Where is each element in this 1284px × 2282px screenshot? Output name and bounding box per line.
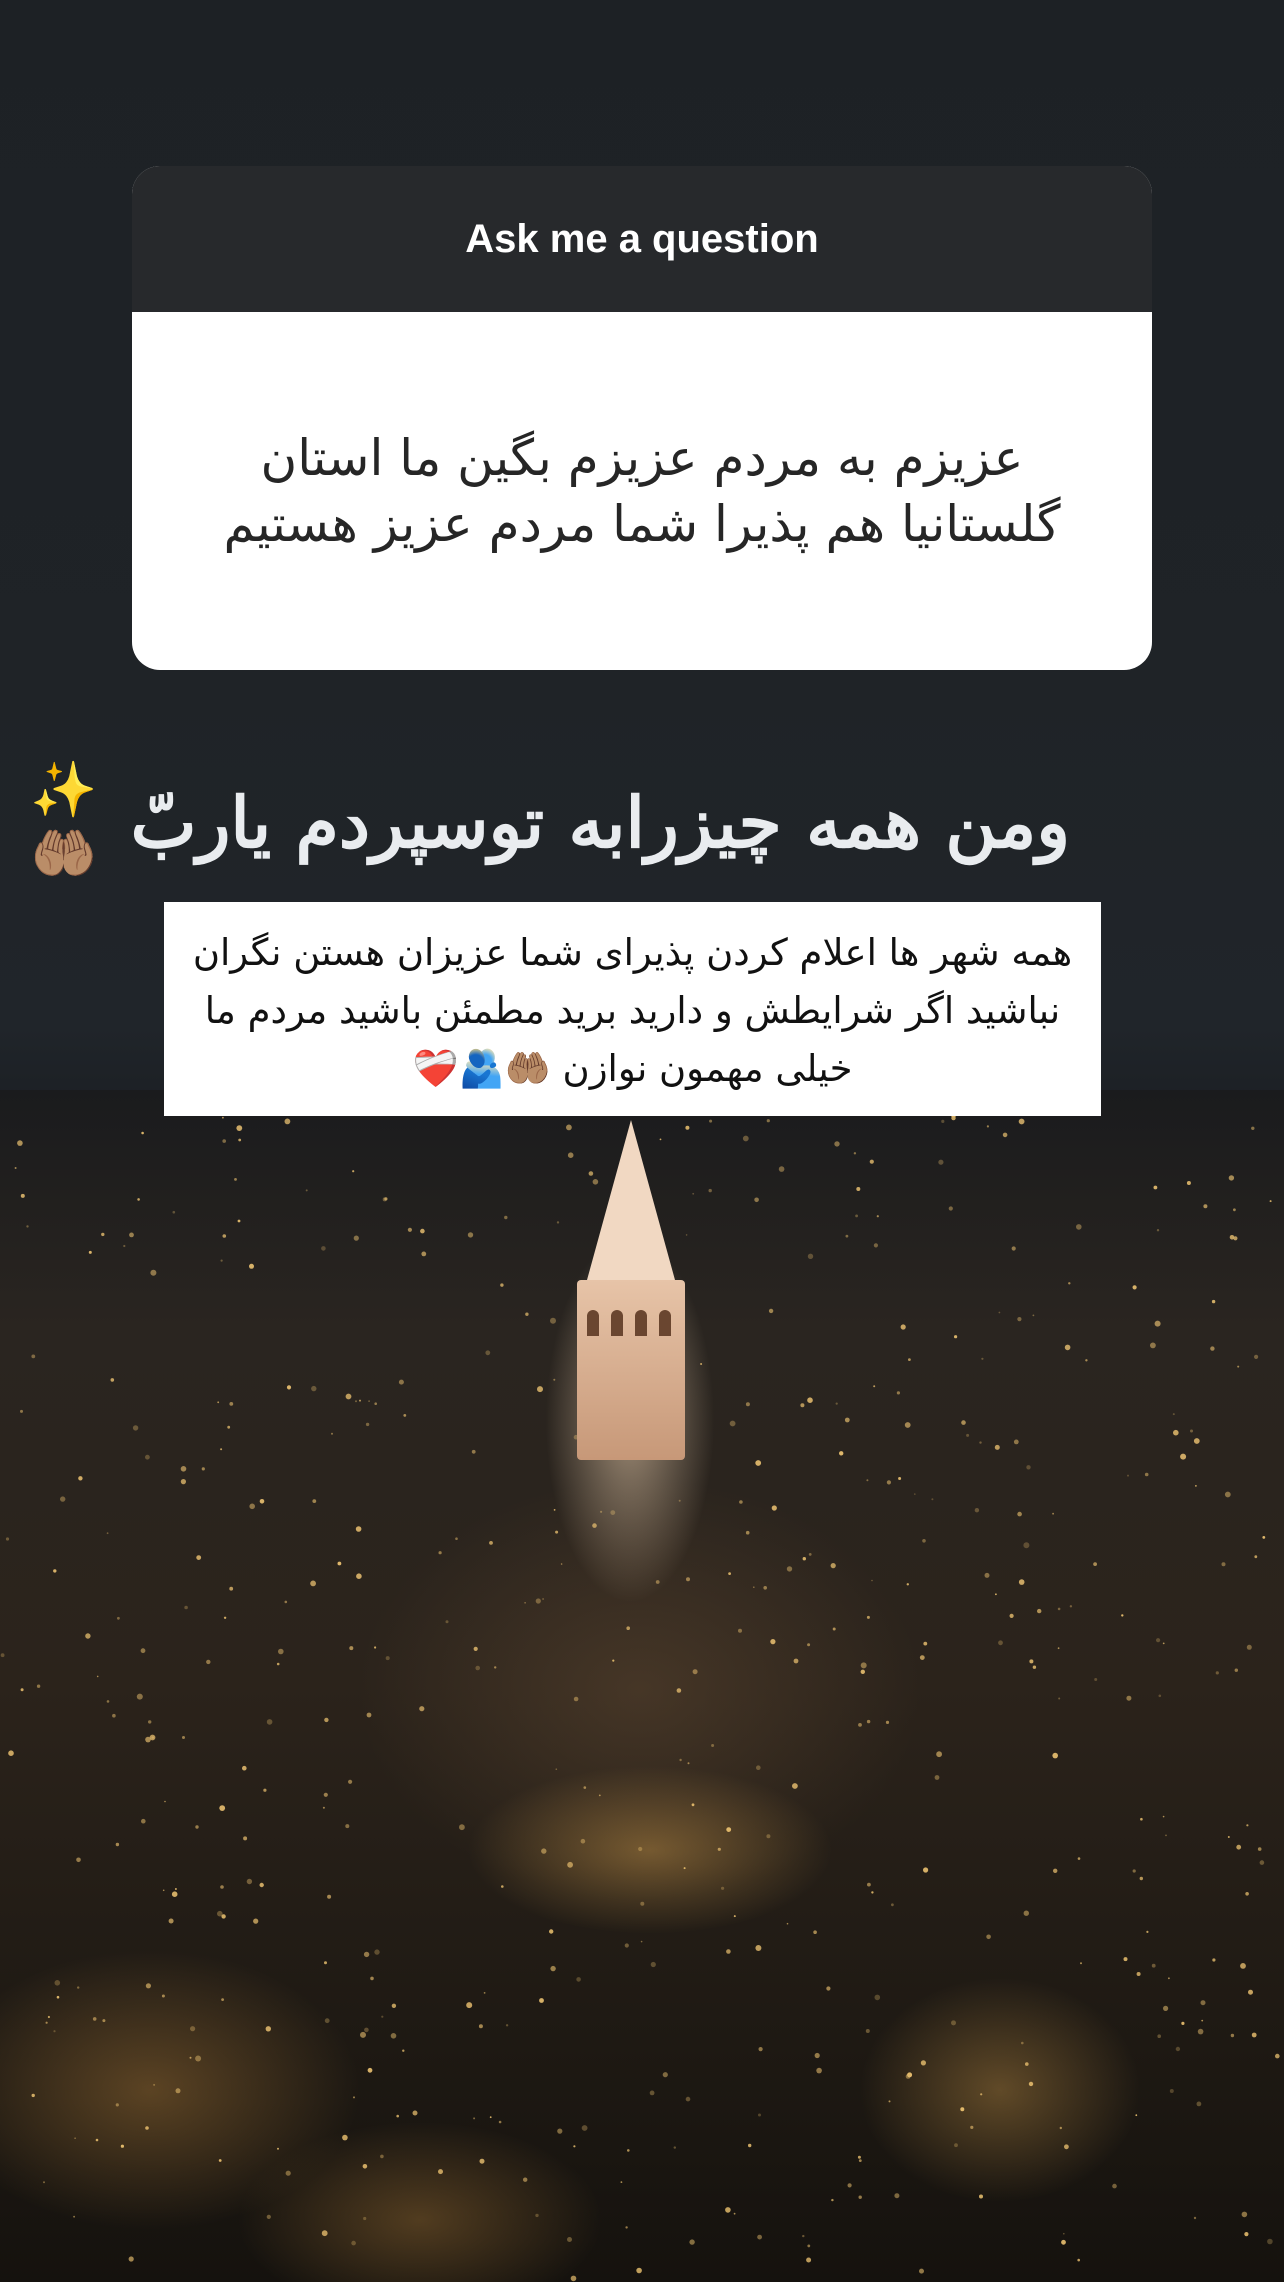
heart-hug-hands-emoji: ❤️‍🩹🫂🤲🏽 [412,1047,551,1090]
note-text: همه شهر ها اعلام کردن پذیرای شما عزیزان … [192,931,1073,1090]
sparkles-hands-emoji: ✨🤲🏽 [30,758,98,885]
text-note-box: همه شهر ها اعلام کردن پذیرای شما عزیزان … [164,902,1101,1116]
question-prompt: Ask me a question [465,216,819,261]
caption-text: ومن همه چیزرابه توسپردم یاربّ [130,780,1070,864]
question-sticker-header: Ask me a question [132,166,1152,312]
question-answer-text: عزیزم به مردم عزیزم بگین ما استان گلستان… [223,429,1061,553]
calligraphy-caption: ومن همه چیزرابه توسپردم یاربّ ✨🤲🏽 [30,758,1070,885]
galata-tower-image [567,1120,695,1460]
question-sticker-body: عزیزم به مردم عزیزم بگین ما استان گلستان… [132,312,1152,670]
story-canvas: Ask me a question عزیزم به مردم عزیزم بگ… [0,0,1284,2282]
question-sticker[interactable]: Ask me a question عزیزم به مردم عزیزم بگ… [132,166,1152,670]
